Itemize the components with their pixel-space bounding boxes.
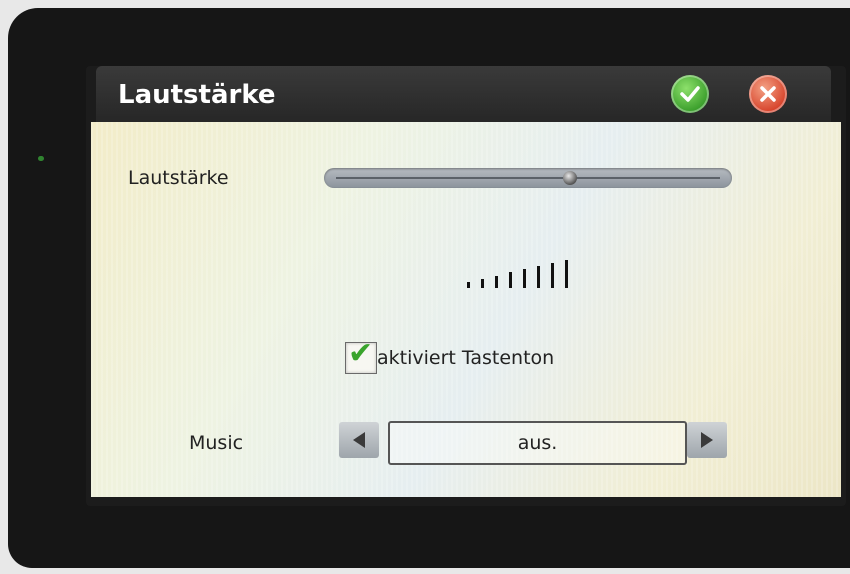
keytone-label[interactable]: aktiviert Tastenton (377, 347, 554, 369)
keytone-checkbox[interactable]: ✔ (345, 336, 377, 374)
arrow-right-icon (701, 432, 713, 448)
volume-level-indicator (467, 258, 587, 288)
volume-level-bar (565, 259, 568, 288)
music-value-display: aus. (388, 421, 687, 465)
music-prev-button[interactable] (339, 422, 379, 458)
confirm-button[interactable] (671, 75, 709, 113)
dialog-title: Lautstärke (118, 80, 276, 110)
settings-panel: Lautstärke ✔ aktiviert Tastenton Music a… (91, 122, 841, 497)
screen: Lautstärke Lautstärke ✔ aktiviert Tasten… (86, 66, 846, 506)
close-icon (760, 86, 776, 102)
music-next-button[interactable] (687, 422, 727, 458)
check-icon (680, 86, 700, 102)
device-frame: Lautstärke Lautstärke ✔ aktiviert Tasten… (8, 8, 850, 568)
music-label: Music (189, 432, 244, 454)
slider-line (336, 177, 720, 179)
volume-level-bar (467, 282, 470, 288)
volume-level-bar (551, 262, 554, 288)
checkmark-icon: ✔ (348, 336, 374, 371)
volume-level-bar (495, 275, 498, 288)
volume-level-bar (523, 269, 526, 288)
arrow-left-icon (353, 432, 365, 448)
volume-label: Lautstärke (128, 167, 229, 189)
title-bar: Lautstärke (96, 66, 831, 124)
volume-level-bar (537, 266, 540, 288)
volume-slider[interactable] (324, 168, 732, 188)
slider-thumb[interactable] (563, 171, 578, 185)
cancel-button[interactable] (749, 75, 787, 113)
volume-level-bar (509, 272, 512, 288)
power-led (38, 156, 44, 161)
volume-level-bar (481, 278, 484, 288)
